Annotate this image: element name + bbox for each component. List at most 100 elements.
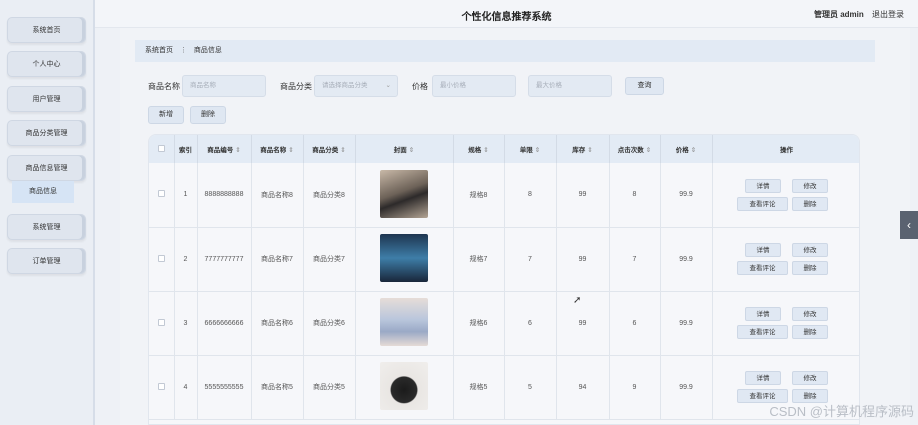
cell-actions: 详情 修改 查看评论 删除 [712,163,859,228]
edit-button[interactable]: 修改 [792,243,828,257]
select-all-checkbox[interactable] [149,135,175,163]
col-price[interactable]: 价格 ⇕ [660,135,713,163]
collapse-tab[interactable]: ‹ [900,211,918,239]
min-price-input[interactable]: 最小价格 [432,75,516,97]
top-header: 个性化信息推荐系统 管理员 admin 退出登录 [95,0,918,28]
cell-clicks: 6 [609,291,661,356]
cell-price: 99.9 [660,291,713,356]
search-bar: 商品名称 商品名称 商品分类 请选择商品分类 ⌄ 价格 最小价格 最大价格 查询 [148,75,664,97]
row-delete-button[interactable]: 删除 [792,261,828,275]
row-checkbox[interactable] [149,355,175,420]
col-stock[interactable]: 库存 ⇕ [556,135,610,163]
product-cover-image[interactable] [380,234,428,282]
username: 管理员 admin [813,10,864,19]
category-select[interactable]: 请选择商品分类 ⌄ [314,75,398,97]
view-comments-button[interactable]: 查看评论 [737,261,788,275]
cell-name: 商品名称8 [251,163,304,228]
cell-cover [355,227,454,292]
cell-category: 商品分类8 [303,163,356,228]
sort-icon: ⇕ [534,147,541,154]
sidebar-item-system[interactable]: 系统管理 [7,214,86,240]
edit-button[interactable]: 修改 [792,307,828,321]
product-cover-image[interactable] [380,362,428,410]
chevron-down-icon: ⌄ [385,82,391,89]
edit-button[interactable]: 修改 [792,178,828,193]
sort-icon: ⇕ [587,147,593,154]
cell-spec: 规格8 [453,163,505,228]
row-checkbox[interactable] [149,227,175,292]
max-price-input[interactable]: 最大价格 [528,75,612,97]
sidebar-item-category-management[interactable]: 商品分类管理 [7,120,86,146]
breadcrumb-home[interactable]: 系统首页 [145,47,173,54]
cell-code: 7777777777 [197,227,252,292]
col-category[interactable]: 商品分类 ⇕ [303,135,356,163]
cell-actions: 详情 修改 查看评论 删除 [712,227,859,292]
row-delete-button[interactable]: 删除 [792,325,828,339]
sidebar-item-orders[interactable]: 订单管理 [7,248,86,274]
sort-icon: ⇕ [483,147,489,154]
row-checkbox[interactable] [149,163,175,228]
col-spec[interactable]: 规格 ⇕ [453,135,505,163]
edit-button[interactable]: 修改 [792,371,828,385]
sidebar-item-product-management[interactable]: 商品信息管理 [7,155,86,181]
table-row: 2 7777777777 商品名称7 商品分类7 规格7 7 99 7 99.9 详情 修改 查看评论… [149,227,859,292]
cell-stock: 99 [556,227,610,292]
detail-button[interactable]: 详情 [745,371,781,385]
cell-name: 商品名称6 [251,291,304,356]
col-cover[interactable]: 封面 ⇕ [355,135,454,163]
table-row: 1 8888888888 商品名称8 商品分类8 规格8 8 99 8 99.9 详情 修改 查看评论… [149,163,859,228]
table-header-row: 索引 商品编号 ⇕ 商品名称 ⇕ 商品分类 ⇕ 封面 ⇕ 规格 ⇕ 单限 ⇕ 库存 ⇕ 点击次… [149,135,859,163]
name-label: 商品名称 [148,81,180,91]
mouse-cursor-icon: ➚ [573,295,582,306]
cell-price: 99.9 [660,227,713,292]
cell-name: 商品名称5 [251,355,304,420]
main-content: 系统首页 ⋮ 商品信息 商品名称 商品名称 商品分类 请选择商品分类 ⌄ 价格 … [120,28,910,425]
category-label: 商品分类 [280,81,312,91]
detail-button[interactable]: 详情 [745,178,781,193]
view-comments-button[interactable]: 查看评论 [737,196,788,211]
sort-icon: ⇕ [288,147,294,154]
cell-limit: 5 [504,355,557,420]
cell-cover [355,355,454,420]
sidebar-item-profile[interactable]: 个人中心 [7,51,86,77]
row-delete-button[interactable]: 删除 [792,196,828,211]
logout-link[interactable]: 退出登录 [872,10,904,19]
sidebar-subitem-product-info[interactable]: 商品信息 [12,181,74,203]
cell-price: 99.9 [660,163,713,228]
cell-spec: 规格5 [453,355,505,420]
product-cover-image[interactable] [380,169,428,218]
delete-button[interactable]: 删除 [190,106,226,124]
cell-stock: 94 [556,355,610,420]
cell-index: 1 [174,163,198,228]
row-checkbox[interactable] [149,291,175,356]
col-clicks[interactable]: 点击次数 ⇕ [609,135,661,163]
product-table: 索引 商品编号 ⇕ 商品名称 ⇕ 商品分类 ⇕ 封面 ⇕ 规格 ⇕ 单限 ⇕ 库存 ⇕ 点击次… [148,134,860,425]
cell-cover [355,291,454,356]
cell-stock: 99 [556,291,610,356]
product-cover-image[interactable] [380,298,428,346]
col-limit[interactable]: 单限 ⇕ [504,135,557,163]
add-button[interactable]: 新增 [148,106,184,124]
breadcrumb-current: 商品信息 [193,47,222,54]
detail-button[interactable]: 详情 [745,307,781,321]
detail-button[interactable]: 详情 [745,243,781,257]
sort-icon: ⇕ [645,147,652,154]
col-code[interactable]: 商品编号 ⇕ [197,135,252,163]
user-info: 管理员 admin 退出登录 [814,9,904,20]
sort-icon: ⇕ [690,147,697,154]
breadcrumb-separator: ⋮ [179,47,187,54]
cell-price: 99.9 [660,355,713,420]
cell-actions: 详情 修改 查看评论 删除 [712,291,859,356]
sort-icon: ⇕ [340,147,346,154]
cell-category: 商品分类5 [303,355,356,420]
cell-index: 4 [174,355,198,420]
query-button[interactable]: 查询 [625,77,664,95]
sidebar-item-users[interactable]: 用户管理 [7,86,86,112]
cell-clicks: 9 [609,355,661,420]
sidebar-item-home[interactable]: 系统首页 [7,17,86,43]
col-name[interactable]: 商品名称 ⇕ [251,135,304,163]
cell-code: 8888888888 [197,163,252,228]
cell-stock: 99 [556,163,610,228]
view-comments-button[interactable]: 查看评论 [737,325,788,339]
name-input[interactable]: 商品名称 [182,75,266,97]
